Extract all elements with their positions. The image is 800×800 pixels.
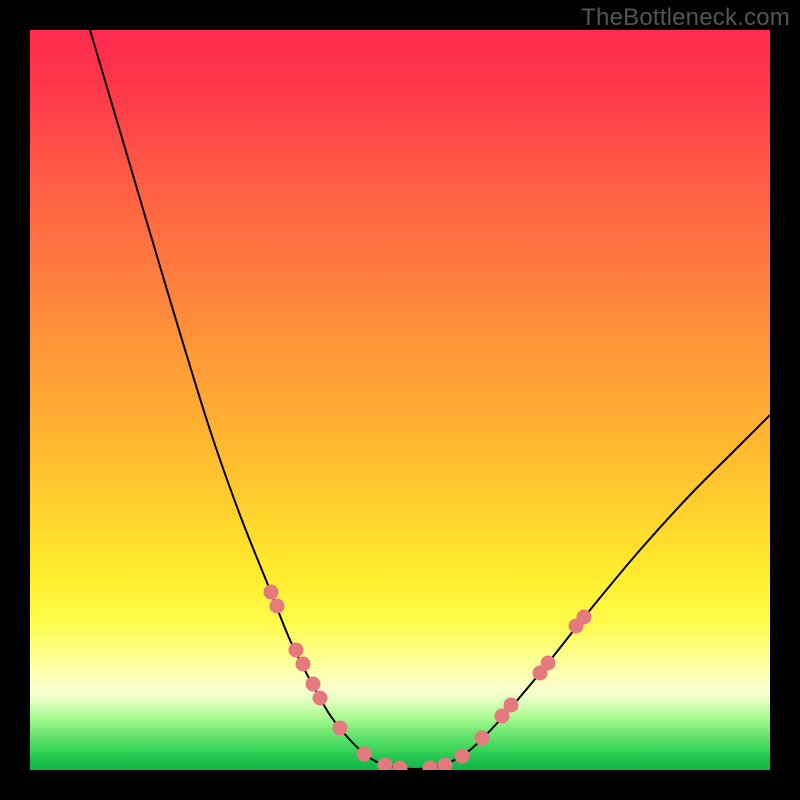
marker-dot xyxy=(378,758,393,771)
marker-dot xyxy=(270,599,285,614)
marker-dot xyxy=(475,731,490,746)
plot-area xyxy=(30,30,770,770)
watermark-text: TheBottleneck.com xyxy=(581,4,790,32)
marker-dot xyxy=(393,761,408,771)
marker-dot xyxy=(333,721,348,736)
marker-dot xyxy=(264,585,279,600)
marker-dot xyxy=(423,761,438,771)
bottleneck-curve xyxy=(90,30,770,769)
chart-frame: TheBottleneck.com xyxy=(0,0,800,800)
marker-dot xyxy=(455,749,470,764)
marker-dot xyxy=(504,698,519,713)
marker-dot xyxy=(357,747,372,762)
marker-dot xyxy=(289,643,304,658)
chart-svg xyxy=(30,30,770,770)
marker-dot xyxy=(313,691,328,706)
marker-dot xyxy=(296,657,311,672)
marker-dot xyxy=(438,758,453,771)
marker-dot xyxy=(577,610,592,625)
marker-dot xyxy=(306,677,321,692)
marker-dot xyxy=(541,656,556,671)
marker-dots xyxy=(264,585,592,771)
